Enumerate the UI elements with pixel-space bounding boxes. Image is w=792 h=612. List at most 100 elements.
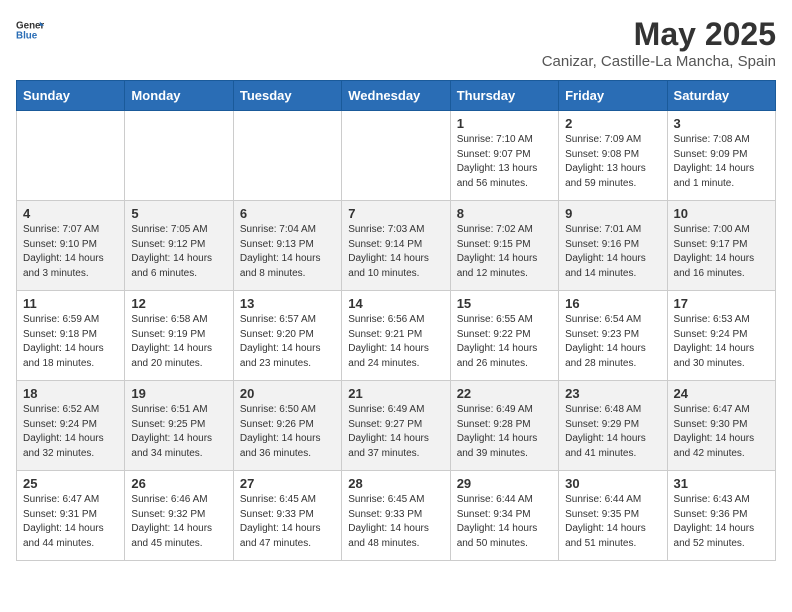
day-number: 14 [348, 296, 443, 311]
cell-detail: Sunrise: 6:46 AM Sunset: 9:32 PM Dayligh… [131, 493, 226, 551]
logo: General Blue [16, 16, 44, 44]
calendar-cell: 14 Sunrise: 6:56 AM Sunset: 9:21 PM Dayli… [342, 291, 450, 381]
calendar-cell: 1 Sunrise: 7:10 AM Sunset: 9:07 PM Daylig… [450, 111, 558, 201]
calendar-cell: 20 Sunrise: 6:50 AM Sunset: 9:26 PM Dayli… [233, 381, 341, 471]
cell-detail: Sunrise: 6:44 AM Sunset: 9:35 PM Dayligh… [565, 493, 660, 551]
cell-detail: Sunrise: 6:56 AM Sunset: 9:21 PM Dayligh… [348, 313, 443, 371]
day-number: 3 [674, 116, 769, 131]
column-header-friday: Friday [559, 81, 667, 111]
day-number: 16 [565, 296, 660, 311]
week-row-4: 18 Sunrise: 6:52 AM Sunset: 9:24 PM Dayli… [17, 381, 776, 471]
calendar-cell: 10Sunrise: 7:00 AM Sunset: 9:17 PM Dayli… [667, 201, 775, 291]
calendar-cell: 29 Sunrise: 6:44 AM Sunset: 9:34 PM Dayli… [450, 471, 558, 561]
day-number: 19 [131, 386, 226, 401]
column-header-sunday: Sunday [17, 81, 125, 111]
day-number: 5 [131, 206, 226, 221]
day-number: 8 [457, 206, 552, 221]
calendar-cell: 30 Sunrise: 6:44 AM Sunset: 9:35 PM Dayli… [559, 471, 667, 561]
cell-detail: Sunrise: 6:44 AM Sunset: 9:34 PM Dayligh… [457, 493, 552, 551]
calendar-header-row: SundayMondayTuesdayWednesdayThursdayFrid… [17, 81, 776, 111]
day-number: 6 [240, 206, 335, 221]
calendar-cell: 7Sunrise: 7:03 AM Sunset: 9:14 PM Daylig… [342, 201, 450, 291]
day-number: 23 [565, 386, 660, 401]
calendar-cell: 31Sunrise: 6:43 AM Sunset: 9:36 PM Dayli… [667, 471, 775, 561]
cell-detail: Sunrise: 6:47 AM Sunset: 9:30 PM Dayligh… [674, 403, 769, 461]
cell-detail: Sunrise: 7:03 AM Sunset: 9:14 PM Dayligh… [348, 223, 443, 281]
cell-detail: Sunrise: 7:10 AM Sunset: 9:07 PM Dayligh… [457, 133, 552, 191]
calendar-body: 1 Sunrise: 7:10 AM Sunset: 9:07 PM Daylig… [17, 111, 776, 561]
column-header-saturday: Saturday [667, 81, 775, 111]
day-number: 1 [457, 116, 552, 131]
cell-detail: Sunrise: 7:05 AM Sunset: 9:12 PM Dayligh… [131, 223, 226, 281]
title-area: May 2025 Canizar, Castille-La Mancha, Sp… [542, 16, 776, 70]
cell-detail: Sunrise: 6:51 AM Sunset: 9:25 PM Dayligh… [131, 403, 226, 461]
cell-detail: Sunrise: 6:52 AM Sunset: 9:24 PM Dayligh… [23, 403, 118, 461]
column-header-tuesday: Tuesday [233, 81, 341, 111]
calendar-cell: 17 Sunrise: 6:53 AM Sunset: 9:24 PM Dayli… [667, 291, 775, 381]
cell-detail: Sunrise: 7:08 AM Sunset: 9:09 PM Dayligh… [674, 133, 769, 191]
calendar-cell [17, 111, 125, 201]
calendar-cell: 25Sunrise: 6:47 AM Sunset: 9:31 PM Dayli… [17, 471, 125, 561]
calendar-cell: 19 Sunrise: 6:51 AM Sunset: 9:25 PM Dayli… [125, 381, 233, 471]
day-number: 17 [674, 296, 769, 311]
day-number: 11 [23, 296, 118, 311]
calendar-cell: 15Sunrise: 6:55 AM Sunset: 9:22 PM Dayli… [450, 291, 558, 381]
calendar-cell [125, 111, 233, 201]
calendar-cell: 13 Sunrise: 6:57 AM Sunset: 9:20 PM Dayli… [233, 291, 341, 381]
calendar-cell: 12 Sunrise: 6:58 AM Sunset: 9:19 PM Dayli… [125, 291, 233, 381]
column-header-thursday: Thursday [450, 81, 558, 111]
cell-detail: Sunrise: 6:57 AM Sunset: 9:20 PM Dayligh… [240, 313, 335, 371]
cell-detail: Sunrise: 6:54 AM Sunset: 9:23 PM Dayligh… [565, 313, 660, 371]
calendar-cell: 23 Sunrise: 6:48 AM Sunset: 9:29 PM Dayli… [559, 381, 667, 471]
calendar-cell: 8 Sunrise: 7:02 AM Sunset: 9:15 PM Daylig… [450, 201, 558, 291]
day-number: 18 [23, 386, 118, 401]
svg-text:Blue: Blue [16, 30, 38, 41]
calendar-cell: 21 Sunrise: 6:49 AM Sunset: 9:27 PM Dayli… [342, 381, 450, 471]
day-number: 30 [565, 476, 660, 491]
week-row-5: 25Sunrise: 6:47 AM Sunset: 9:31 PM Dayli… [17, 471, 776, 561]
day-number: 26 [131, 476, 226, 491]
cell-detail: Sunrise: 7:01 AM Sunset: 9:16 PM Dayligh… [565, 223, 660, 281]
cell-detail: Sunrise: 6:49 AM Sunset: 9:28 PM Dayligh… [457, 403, 552, 461]
day-number: 22 [457, 386, 552, 401]
cell-detail: Sunrise: 6:53 AM Sunset: 9:24 PM Dayligh… [674, 313, 769, 371]
day-number: 27 [240, 476, 335, 491]
calendar-cell [342, 111, 450, 201]
cell-detail: Sunrise: 7:02 AM Sunset: 9:15 PM Dayligh… [457, 223, 552, 281]
day-number: 20 [240, 386, 335, 401]
header: General Blue May 2025 Canizar, Castille-… [16, 16, 776, 70]
sub-title: Canizar, Castille-La Mancha, Spain [542, 53, 776, 70]
cell-detail: Sunrise: 7:09 AM Sunset: 9:08 PM Dayligh… [565, 133, 660, 191]
column-header-monday: Monday [125, 81, 233, 111]
week-row-1: 1 Sunrise: 7:10 AM Sunset: 9:07 PM Daylig… [17, 111, 776, 201]
day-number: 24 [674, 386, 769, 401]
calendar-cell: 9 Sunrise: 7:01 AM Sunset: 9:16 PM Daylig… [559, 201, 667, 291]
day-number: 21 [348, 386, 443, 401]
calendar-cell: 3 Sunrise: 7:08 AM Sunset: 9:09 PM Daylig… [667, 111, 775, 201]
cell-detail: Sunrise: 6:45 AM Sunset: 9:33 PM Dayligh… [348, 493, 443, 551]
cell-detail: Sunrise: 6:55 AM Sunset: 9:22 PM Dayligh… [457, 313, 552, 371]
day-number: 9 [565, 206, 660, 221]
cell-detail: Sunrise: 6:45 AM Sunset: 9:33 PM Dayligh… [240, 493, 335, 551]
cell-detail: Sunrise: 6:58 AM Sunset: 9:19 PM Dayligh… [131, 313, 226, 371]
cell-detail: Sunrise: 6:49 AM Sunset: 9:27 PM Dayligh… [348, 403, 443, 461]
day-number: 13 [240, 296, 335, 311]
logo-icon: General Blue [16, 16, 44, 44]
calendar-cell: 4Sunrise: 7:07 AM Sunset: 9:10 PM Daylig… [17, 201, 125, 291]
cell-detail: Sunrise: 6:48 AM Sunset: 9:29 PM Dayligh… [565, 403, 660, 461]
cell-detail: Sunrise: 7:04 AM Sunset: 9:13 PM Dayligh… [240, 223, 335, 281]
calendar-cell: 6 Sunrise: 7:04 AM Sunset: 9:13 PM Daylig… [233, 201, 341, 291]
week-row-3: 11 Sunrise: 6:59 AM Sunset: 9:18 PM Dayli… [17, 291, 776, 381]
calendar-cell: 22 Sunrise: 6:49 AM Sunset: 9:28 PM Dayli… [450, 381, 558, 471]
cell-detail: Sunrise: 6:47 AM Sunset: 9:31 PM Dayligh… [23, 493, 118, 551]
calendar-cell: 11 Sunrise: 6:59 AM Sunset: 9:18 PM Dayli… [17, 291, 125, 381]
cell-detail: Sunrise: 7:00 AM Sunset: 9:17 PM Dayligh… [674, 223, 769, 281]
cell-detail: Sunrise: 6:59 AM Sunset: 9:18 PM Dayligh… [23, 313, 118, 371]
day-number: 12 [131, 296, 226, 311]
day-number: 29 [457, 476, 552, 491]
cell-detail: Sunrise: 6:50 AM Sunset: 9:26 PM Dayligh… [240, 403, 335, 461]
main-title: May 2025 [542, 16, 776, 53]
calendar-table: SundayMondayTuesdayWednesdayThursdayFrid… [16, 80, 776, 561]
day-number: 2 [565, 116, 660, 131]
calendar-cell: 18 Sunrise: 6:52 AM Sunset: 9:24 PM Dayli… [17, 381, 125, 471]
